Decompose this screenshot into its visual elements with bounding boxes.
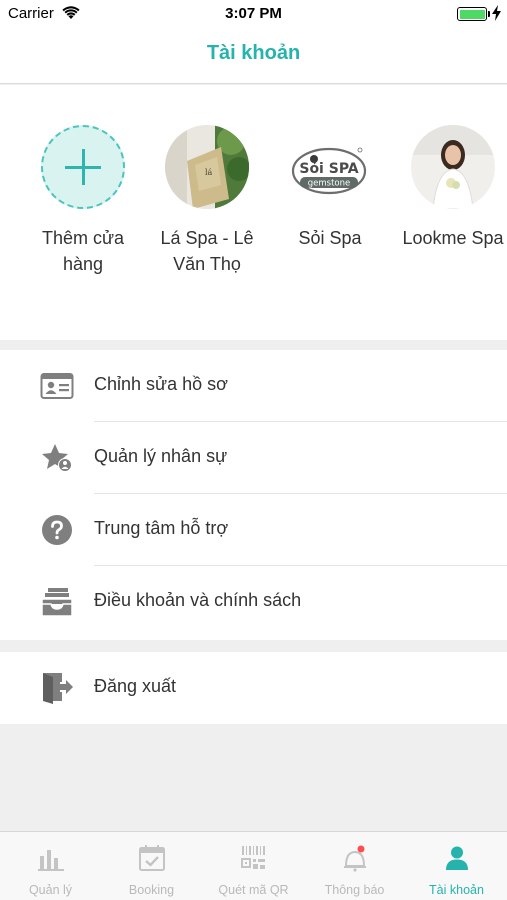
charging-bolt-icon	[492, 5, 501, 21]
menu-item-terms-policy[interactable]: Điều khoản và chính sách	[0, 566, 507, 638]
account-menu: Chỉnh sửa hồ sơ Quản lý nhân sự Trung tâ…	[0, 350, 507, 640]
logo-text: Sỏi SPA	[299, 161, 358, 177]
tab-bar: Quản lý Booking Quét mã QR Thông báo Tài…	[0, 831, 507, 900]
menu-item-label: Chỉnh sửa hồ sơ	[94, 374, 228, 394]
inbox-tray-icon	[41, 588, 73, 617]
menu-item-label: Điều khoản và chính sách	[94, 590, 302, 610]
tab-label: Tài khoản	[429, 883, 484, 897]
store-carousel[interactable]: Thêm cửa hàng lá Lá Spa - Lê Văn Thọ Sỏi…	[0, 85, 507, 340]
profile-card-icon	[40, 373, 74, 399]
star-person-icon	[42, 444, 72, 472]
menu-item-label: Trung tâm hỗ trợ	[94, 518, 229, 538]
person-icon	[446, 846, 468, 870]
tab-account[interactable]: Tài khoản	[406, 832, 507, 900]
logout-door-icon	[43, 673, 73, 704]
tab-label: Booking	[128, 883, 175, 897]
store-lookme-spa[interactable]: Lookme Spa	[391, 125, 507, 251]
menu-item-staff-management[interactable]: Quản lý nhân sự	[0, 422, 507, 494]
logout-button[interactable]: Đăng xuất	[0, 652, 507, 724]
tab-label: Thông báo	[324, 883, 385, 897]
tab-booking[interactable]: Booking	[101, 832, 202, 900]
soi-spa-logo[interactable]: Sỏi SPA gemstone	[288, 125, 372, 209]
add-store-button[interactable]: Thêm cửa hàng	[21, 125, 145, 277]
notification-badge	[357, 845, 365, 853]
plus-icon[interactable]	[41, 125, 125, 209]
clock: 3:07 PM	[225, 5, 282, 22]
store-photo[interactable]	[411, 125, 495, 209]
battery-tip	[488, 11, 490, 17]
store-la-spa[interactable]: lá Lá Spa - Lê Văn Thọ	[145, 125, 269, 277]
store-photo[interactable]: lá	[165, 125, 249, 209]
status-bar: Carrier 3:07 PM	[0, 0, 507, 30]
tab-qr-scan[interactable]: Quét mã QR	[203, 832, 304, 900]
calendar-check-icon	[139, 845, 165, 871]
battery-icon	[457, 7, 487, 21]
svg-text:lá: lá	[205, 168, 213, 177]
store-label: Thêm cửa hàng	[41, 228, 125, 274]
navigation-bar: Tài khoản	[0, 30, 507, 84]
menu-item-edit-profile[interactable]: Chỉnh sửa hồ sơ	[0, 350, 507, 422]
tab-management[interactable]: Quản lý	[0, 832, 101, 900]
menu-item-label: Quản lý nhân sự	[94, 446, 228, 466]
tab-label: Quét mã QR	[218, 883, 289, 897]
store-label: Sỏi Spa	[298, 228, 362, 248]
menu-item-support-center[interactable]: Trung tâm hỗ trợ	[0, 494, 507, 566]
logout-label: Đăng xuất	[94, 676, 177, 696]
page-title: Tài khoản	[206, 42, 301, 64]
bar-chart-icon	[38, 850, 64, 871]
bell-icon	[344, 845, 366, 872]
qr-scan-icon	[241, 846, 265, 869]
store-label: Lá Spa - Lê Văn Thọ	[160, 228, 254, 274]
logo-subtext: gemstone	[308, 179, 350, 189]
tab-notifications[interactable]: Thông báo	[304, 832, 405, 900]
help-icon	[42, 515, 72, 545]
store-label: Lookme Spa	[402, 228, 504, 248]
store-soi-spa[interactable]: Sỏi SPA gemstone Sỏi Spa	[268, 125, 392, 251]
tab-label: Quản lý	[28, 883, 73, 897]
